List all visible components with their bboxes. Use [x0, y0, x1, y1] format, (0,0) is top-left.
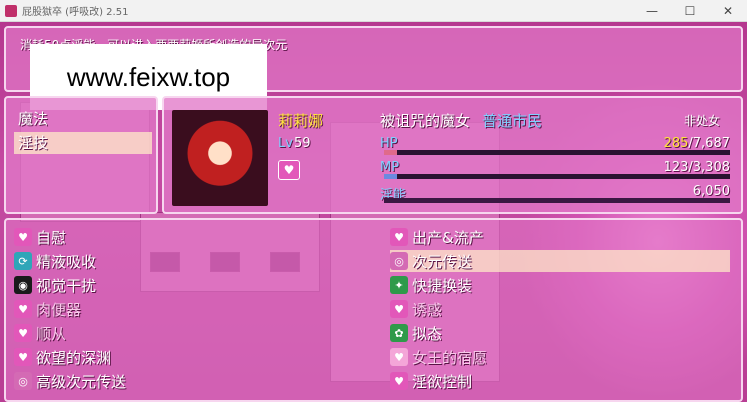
- level-value: 59: [294, 136, 311, 151]
- heart-icon: ♥: [390, 348, 408, 366]
- actor-class: 被诅咒的魔女: [380, 112, 471, 130]
- skill-item[interactable]: ⟳ 精液吸收: [14, 250, 374, 272]
- mp-max: /3,308: [688, 160, 730, 175]
- skill-type-window: 魔法 淫技: [4, 96, 158, 214]
- lust-max: 6,050: [692, 184, 730, 199]
- heart-icon: ♥: [390, 228, 408, 246]
- heart-icon: ♥: [390, 372, 408, 390]
- heart-icon: ♥: [278, 160, 300, 180]
- skill-item[interactable]: ✦ 快捷换装: [390, 274, 730, 296]
- actor-status-window: 莉莉娜 Lv 59 ♥ 被诅咒的魔女 普通市民 非处女 HP 285/7,687…: [162, 96, 743, 214]
- skill-label: 自慰: [36, 228, 67, 247]
- heart-icon: ♥: [14, 228, 32, 246]
- skill-item[interactable]: ♥ 自慰: [14, 226, 374, 248]
- skill-label: 高级次元传送: [36, 372, 127, 391]
- hp-label: HP: [380, 136, 398, 151]
- skill-label: 肉便器: [36, 300, 82, 319]
- mp-gauge: MP 123/3,308: [380, 160, 730, 180]
- skill-label: 出产&流产: [412, 228, 484, 247]
- skill-list-window: ♥ 自慰 ♥ 出产&流产 ⟳ 精液吸收 ◎ 次元传送 ◉ 视觉干扰 ✦ 快捷换装 ♥ 肉便器 ♥ 诱惑 ♥ 顺从 ✿…: [4, 218, 743, 402]
- skill-label: 女王的宿愿: [412, 348, 488, 367]
- window-titlebar: 屁股獄卒 (呼吸改) 2.51 — ☐ ✕: [0, 0, 747, 22]
- heart-icon: ♥: [14, 300, 32, 318]
- window-title: 屁股獄卒 (呼吸改) 2.51: [22, 7, 129, 18]
- skill-item[interactable]: ◉ 视觉干扰: [14, 274, 374, 296]
- skill-label: 次元传送: [412, 252, 473, 271]
- skill-type-lewd[interactable]: 淫技: [14, 132, 152, 154]
- actor-nickname: 非处女: [684, 114, 721, 128]
- skill-item[interactable]: ◎ 次元传送: [390, 250, 730, 272]
- skill-item[interactable]: ◎ 高级次元传送: [14, 370, 374, 392]
- hp-max: /7,687: [688, 136, 730, 151]
- hp-value: 285/7,687: [664, 136, 730, 151]
- mp-current: 123: [663, 160, 689, 175]
- hp-gauge: HP 285/7,687: [380, 136, 730, 156]
- skill-label: 视觉干扰: [36, 276, 97, 295]
- minimize-button[interactable]: —: [633, 4, 671, 18]
- skill-label: 精液吸收: [36, 252, 97, 271]
- mp-label: MP: [380, 160, 400, 175]
- skill-item[interactable]: ♥ 欲望的深渊: [14, 346, 374, 368]
- actor-name: 莉莉娜: [278, 112, 324, 130]
- skill-label: 顺从: [36, 324, 67, 343]
- skill-type-magic[interactable]: 魔法: [14, 108, 152, 130]
- recycle-icon: ⟳: [14, 252, 32, 270]
- skill-label: 欲望的深渊: [36, 348, 112, 367]
- skill-item[interactable]: ♥ 女王的宿愿: [390, 346, 730, 368]
- skill-label: 淫欲控制: [412, 372, 473, 391]
- mimic-icon: ✿: [390, 324, 408, 342]
- heart-icon: ♥: [14, 324, 32, 342]
- portal-icon: ◎: [390, 252, 408, 270]
- actor-portrait: [172, 110, 268, 206]
- skill-item[interactable]: ♥ 淫欲控制: [390, 370, 730, 392]
- skill-item[interactable]: ♥ 出产&流产: [390, 226, 730, 248]
- skill-label: 快捷换装: [412, 276, 473, 295]
- actor-subclass: 普通市民: [482, 112, 543, 130]
- skill-item[interactable]: ✿ 拟态: [390, 322, 730, 344]
- outfit-icon: ✦: [390, 276, 408, 294]
- close-button[interactable]: ✕: [709, 4, 747, 18]
- skill-item[interactable]: ♥ 顺从: [14, 322, 374, 344]
- lust-gauge: 淫能 6,050: [380, 184, 730, 204]
- app-icon: [5, 4, 17, 17]
- hp-fill: [384, 150, 397, 155]
- heart-icon: ♥: [14, 348, 32, 366]
- skill-item[interactable]: ♥ 诱惑: [390, 298, 730, 320]
- eye-icon: ◉: [14, 276, 32, 294]
- skill-item[interactable]: ♥ 肉便器: [14, 298, 374, 320]
- skill-label: 拟态: [412, 324, 443, 343]
- mp-fill: [384, 174, 397, 179]
- level-label: Lv: [278, 136, 293, 151]
- lust-value: 6,050: [693, 184, 730, 199]
- skill-label: 诱惑: [412, 300, 443, 319]
- lust-track: [384, 198, 730, 203]
- maximize-button[interactable]: ☐: [671, 4, 709, 18]
- portal-icon: ◎: [14, 372, 32, 390]
- mp-value: 123/3,308: [664, 160, 730, 175]
- heart-icon: ♥: [390, 300, 408, 318]
- lust-fill: [384, 198, 730, 203]
- hp-current: 285: [663, 136, 689, 151]
